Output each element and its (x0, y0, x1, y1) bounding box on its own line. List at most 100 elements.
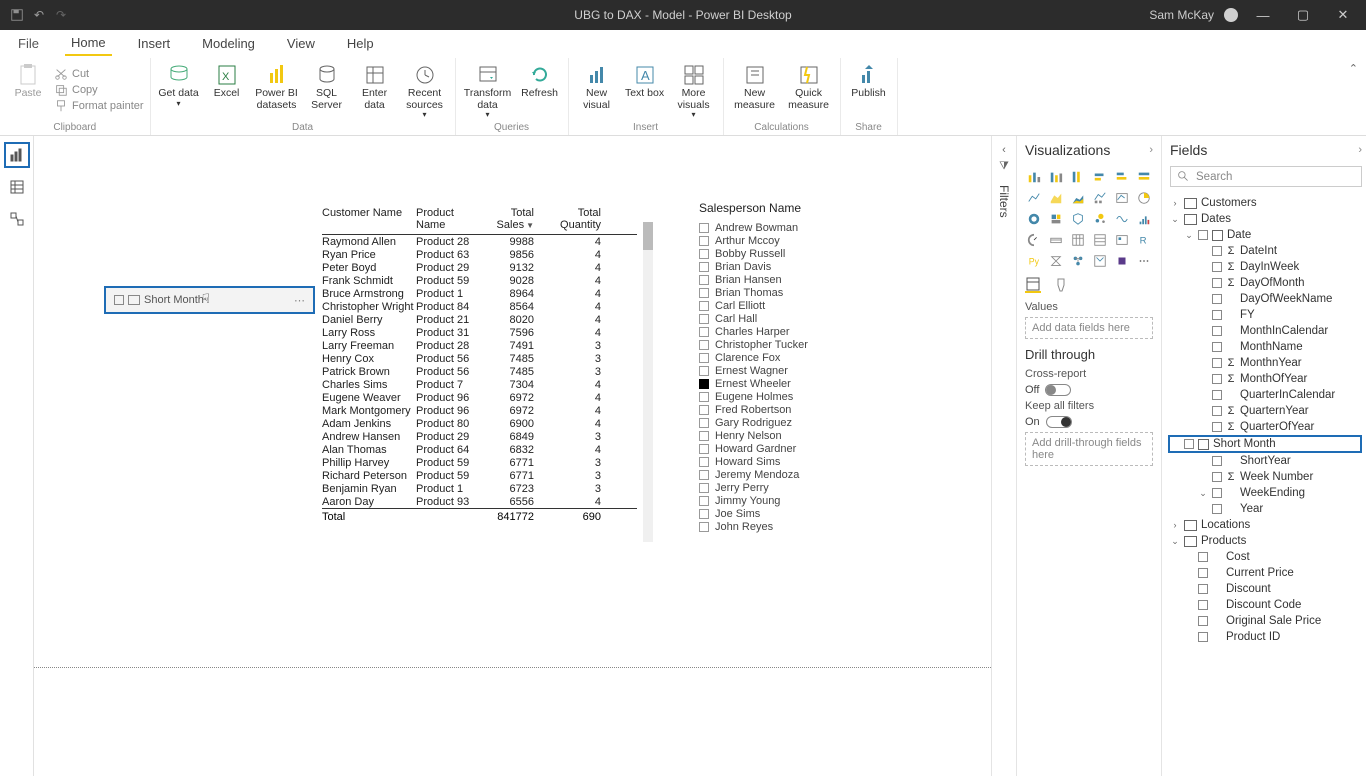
viz-type-button[interactable] (1047, 189, 1065, 206)
fields-field[interactable]: QuarterInCalendar (1170, 387, 1362, 403)
fields-field[interactable]: DayOfWeekName (1170, 291, 1362, 307)
table-row[interactable]: Richard PetersonProduct 5967713 (322, 469, 637, 482)
fields-field[interactable]: ΣQuarternYear (1170, 403, 1362, 419)
get-data-button[interactable]: Get data▾ (157, 60, 201, 108)
slicer-item[interactable]: Eugene Holmes (699, 390, 909, 403)
viz-type-button[interactable] (1113, 252, 1131, 269)
table-row[interactable]: Phillip HarveyProduct 5967713 (322, 456, 637, 469)
quick-measure-button[interactable]: Quick measure (784, 60, 834, 111)
fields-field[interactable]: Cost (1170, 549, 1362, 565)
fields-search-input[interactable]: Search (1170, 166, 1362, 187)
filters-pane-title[interactable]: Filters (997, 185, 1011, 218)
table-row[interactable]: Henry CoxProduct 5674853 (322, 352, 637, 365)
collapse-fields-icon[interactable]: › (1358, 144, 1362, 156)
table-row[interactable]: Charles SimsProduct 773044 (322, 378, 637, 391)
slicer-item[interactable]: Joe Sims (699, 507, 909, 520)
fields-field[interactable]: ΣQuarterOfYear (1170, 419, 1362, 435)
model-view-button[interactable] (4, 206, 30, 232)
slicer-item[interactable]: Andrew Bowman (699, 221, 909, 234)
tab-file[interactable]: File (12, 32, 45, 55)
viz-type-button[interactable] (1091, 189, 1109, 206)
slicer-item[interactable]: Brian Thomas (699, 286, 909, 299)
fields-field[interactable]: Year (1170, 501, 1362, 517)
excel-button[interactable]: XExcel (205, 60, 249, 100)
slicer-item[interactable]: Brian Hansen (699, 273, 909, 286)
slicer-item[interactable]: Brian Davis (699, 260, 909, 273)
viz-type-button[interactable] (1047, 231, 1065, 248)
salesperson-slicer-visual[interactable]: Salesperson Name Andrew BowmanArthur Mcc… (699, 201, 909, 533)
close-button[interactable]: ✕ (1328, 7, 1358, 23)
slicer-item[interactable]: Gary Rodriguez (699, 416, 909, 429)
fields-field[interactable]: ΣMonthOfYear (1170, 371, 1362, 387)
fields-field[interactable]: Short Month (1168, 435, 1362, 453)
table-row[interactable]: Andrew HansenProduct 2968493 (322, 430, 637, 443)
slicer-item[interactable]: Henry Nelson (699, 429, 909, 442)
fields-field[interactable]: ΣDayInWeek (1170, 259, 1362, 275)
viz-type-button[interactable]: R (1135, 231, 1153, 248)
new-measure-button[interactable]: New measure (730, 60, 780, 111)
format-painter-button[interactable]: Format painter (54, 99, 144, 113)
viz-type-button[interactable] (1135, 252, 1153, 269)
ellipsis-icon[interactable]: ⋯ (294, 294, 305, 307)
table-row[interactable]: Raymond AllenProduct 2899884 (322, 235, 637, 248)
table-row[interactable]: Alan ThomasProduct 6468324 (322, 443, 637, 456)
fields-field[interactable]: Discount (1170, 581, 1362, 597)
report-view-button[interactable] (4, 142, 30, 168)
cut-button[interactable]: Cut (54, 67, 144, 81)
viz-type-button[interactable] (1091, 168, 1109, 185)
viz-type-button[interactable] (1069, 189, 1087, 206)
table-row[interactable]: Peter BoydProduct 2991324 (322, 261, 637, 274)
fields-field[interactable]: ΣMonthnYear (1170, 355, 1362, 371)
fields-field[interactable]: FY (1170, 307, 1362, 323)
table-row[interactable]: Mark MontgomeryProduct 9669724 (322, 404, 637, 417)
table-row[interactable]: Christopher WrightProduct 8485644 (322, 300, 637, 313)
viz-type-button[interactable]: Py (1025, 252, 1043, 269)
slicer-item[interactable]: Carl Elliott (699, 299, 909, 312)
viz-type-button[interactable] (1047, 210, 1065, 227)
new-visual-button[interactable]: New visual (575, 60, 619, 111)
fields-field[interactable]: ΣWeek Number (1170, 469, 1362, 485)
slicer-item[interactable]: Christopher Tucker (699, 338, 909, 351)
slicer-item[interactable]: Fred Robertson (699, 403, 909, 416)
table-row[interactable]: Aaron DayProduct 9365564 (322, 495, 637, 508)
viz-type-button[interactable] (1025, 231, 1043, 248)
publish-button[interactable]: Publish (847, 60, 891, 100)
table-row[interactable]: Bruce ArmstrongProduct 189644 (322, 287, 637, 300)
table-row[interactable]: Patrick BrownProduct 5674853 (322, 365, 637, 378)
viz-format-tab[interactable] (1053, 277, 1069, 293)
fields-field[interactable]: ⌄WeekEnding (1170, 485, 1362, 501)
table-row[interactable]: Benjamin RyanProduct 167233 (322, 482, 637, 495)
table-row[interactable]: Adam JenkinsProduct 8069004 (322, 417, 637, 430)
slicer-item[interactable]: Charles Harper (699, 325, 909, 338)
collapse-viz-icon[interactable]: › (1149, 144, 1153, 156)
viz-type-button[interactable] (1113, 210, 1131, 227)
user-name[interactable]: Sam McKay (1149, 8, 1214, 22)
drill-drop-area[interactable]: Add drill-through fields here (1025, 432, 1153, 466)
customer-table-visual[interactable]: Customer Name Product Name Total Sales▼ … (322, 204, 637, 554)
fields-field[interactable]: Current Price (1170, 565, 1362, 581)
viz-type-button[interactable] (1113, 231, 1131, 248)
slicer-item[interactable]: Jerry Perry (699, 481, 909, 494)
viz-type-button[interactable] (1025, 189, 1043, 206)
viz-type-button[interactable] (1025, 210, 1043, 227)
user-avatar[interactable] (1224, 8, 1238, 22)
table-row[interactable]: Frank SchmidtProduct 5990284 (322, 274, 637, 287)
fields-field[interactable]: MonthName (1170, 339, 1362, 355)
undo-icon[interactable]: ↶ (32, 8, 46, 22)
transform-data-button[interactable]: Transform data▾ (462, 60, 514, 120)
viz-type-button[interactable] (1135, 210, 1153, 227)
viz-type-button[interactable] (1069, 168, 1087, 185)
viz-type-button[interactable] (1069, 252, 1087, 269)
fields-hierarchy[interactable]: ⌄Date (1170, 227, 1362, 243)
tab-insert[interactable]: Insert (132, 32, 177, 55)
slicer-item[interactable]: Ernest Wagner (699, 364, 909, 377)
viz-type-button[interactable] (1047, 168, 1065, 185)
viz-type-button[interactable] (1113, 168, 1131, 185)
more-visuals-button[interactable]: More visuals▾ (671, 60, 717, 120)
viz-type-button[interactable] (1025, 168, 1043, 185)
header-total-sales[interactable]: Total Sales▼ (484, 207, 534, 231)
viz-type-button[interactable] (1091, 252, 1109, 269)
slicer-item[interactable]: Clarence Fox (699, 351, 909, 364)
fields-field[interactable]: Product ID (1170, 629, 1362, 645)
viz-type-button[interactable] (1069, 210, 1087, 227)
